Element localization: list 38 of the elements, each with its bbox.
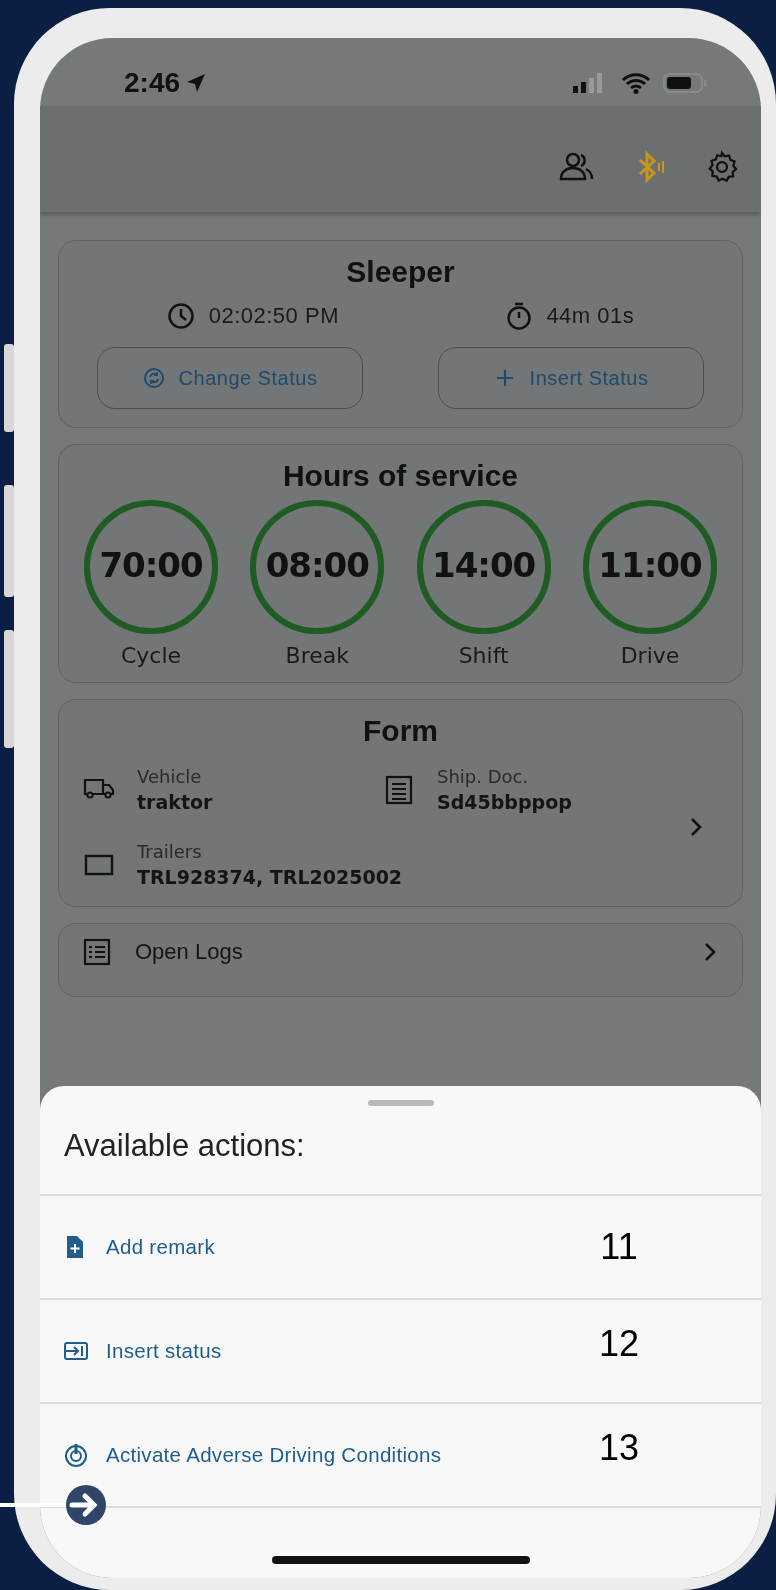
field-value: TRL928374, TRL2025002 bbox=[137, 866, 403, 888]
field-label: Ship. Doc. bbox=[437, 766, 530, 787]
battery-icon bbox=[663, 72, 707, 94]
annotation-number: 12 bbox=[597, 1323, 640, 1365]
annotation-number: 13 bbox=[597, 1427, 640, 1469]
gauge-label: Break bbox=[285, 643, 350, 668]
field-label: Vehicle bbox=[137, 766, 203, 787]
settings-icon bbox=[705, 150, 739, 184]
people-icon bbox=[559, 151, 595, 183]
wifi-icon bbox=[621, 72, 651, 94]
action-item[interactable]: Insert status 12 bbox=[40, 1300, 761, 1404]
document-icon bbox=[383, 773, 415, 806]
clock-time: 2:46 bbox=[124, 67, 181, 99]
gauge-label: Cycle bbox=[120, 643, 182, 668]
chevron-right-icon bbox=[688, 816, 704, 838]
status-duration: 44m 01s bbox=[546, 303, 635, 329]
open-logs-label: Open Logs bbox=[135, 939, 244, 965]
field-label: Trailers bbox=[137, 841, 203, 862]
gauge-label: Drive bbox=[620, 643, 680, 668]
clock-icon bbox=[166, 302, 195, 330]
sheet-title: Available actions: bbox=[40, 1106, 761, 1196]
form-title: Form bbox=[362, 714, 439, 748]
gauge-label: Shift bbox=[458, 643, 509, 668]
power-target-icon bbox=[64, 1443, 88, 1467]
annotation-number: 11 bbox=[599, 1226, 639, 1268]
field-value: traktor bbox=[137, 791, 213, 813]
action-item[interactable]: Add remark 11 bbox=[40, 1196, 761, 1300]
hours-title: Hours of service bbox=[281, 459, 520, 493]
insert-icon bbox=[64, 1339, 88, 1363]
status-time: 02:02:50 PM bbox=[208, 303, 339, 329]
field-value: Sd45bbppop bbox=[437, 791, 572, 813]
drag-handle[interactable] bbox=[367, 1100, 434, 1106]
stopwatch-icon bbox=[506, 301, 533, 331]
list-icon bbox=[83, 938, 111, 966]
status-title: Sleeper bbox=[345, 255, 456, 289]
chevron-right-icon bbox=[702, 941, 718, 963]
sync-icon bbox=[142, 367, 165, 389]
open-logs-card[interactable]: Open Logs bbox=[58, 923, 743, 997]
